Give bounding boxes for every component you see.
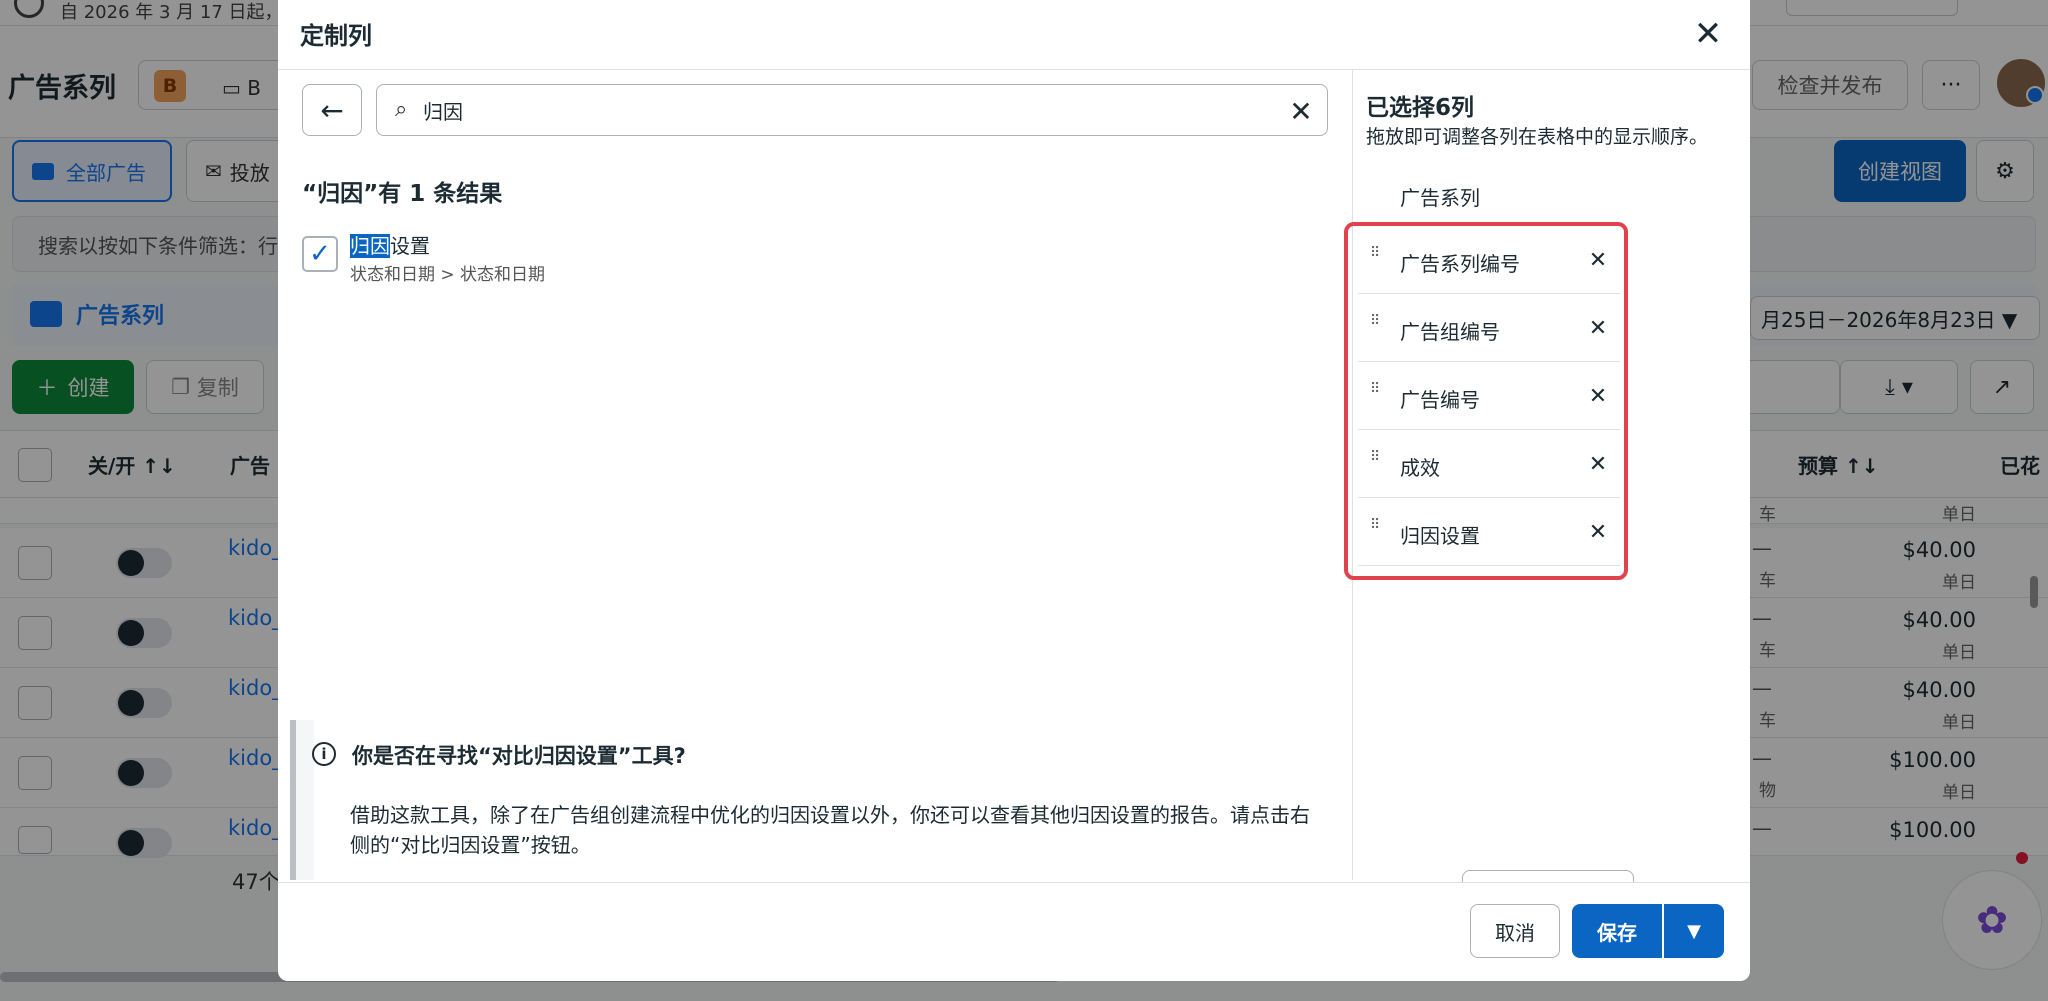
selected-columns-highlight: [1344, 222, 1628, 580]
result-item-path: 状态和日期 > 状态和日期: [350, 265, 546, 285]
search-highlight: 归因: [350, 234, 390, 258]
column-search-box[interactable]: ⌕ ✕: [376, 84, 1328, 136]
back-arrow-icon[interactable]: ←: [302, 84, 362, 136]
fixed-column: 广告系列: [1400, 186, 1480, 210]
info-callout-title: 你是否在寻找“对比归因设置”工具?: [352, 744, 686, 768]
selected-columns-title: 已选择6列: [1366, 95, 1475, 121]
result-checkbox[interactable]: ✓: [302, 236, 338, 272]
result-item-title[interactable]: 归因设置: [350, 230, 430, 259]
modal-title: 定制列: [300, 22, 372, 50]
save-button[interactable]: 保存: [1572, 904, 1662, 958]
column-search-input[interactable]: [421, 85, 1241, 135]
info-icon: i: [312, 742, 336, 766]
info-callout-text: 借助这款工具，除了在广告组创建流程中优化的归因设置以外，你还可以查看其他归因设置…: [350, 803, 1310, 857]
save-options-chevron-icon[interactable]: ▼: [1664, 904, 1724, 958]
result-item-rest: 设置: [390, 234, 430, 258]
modal-header: [278, 0, 1750, 70]
search-result-count: “归因”有 1 条结果: [302, 181, 503, 207]
selected-columns-hint: 拖放即可调整各列在表格中的显示顺序。: [1366, 126, 1709, 148]
cancel-button[interactable]: 取消: [1470, 904, 1560, 958]
clear-search-icon[interactable]: ✕: [1281, 91, 1321, 131]
search-icon: ⌕: [395, 97, 408, 122]
close-icon[interactable]: ✕: [1686, 12, 1730, 56]
customize-columns-modal: 定制列 ✕ ← ⌕ ✕ “归因”有 1 条结果 ✓ 归因设置 状态和日期 > 状…: [278, 0, 1750, 981]
